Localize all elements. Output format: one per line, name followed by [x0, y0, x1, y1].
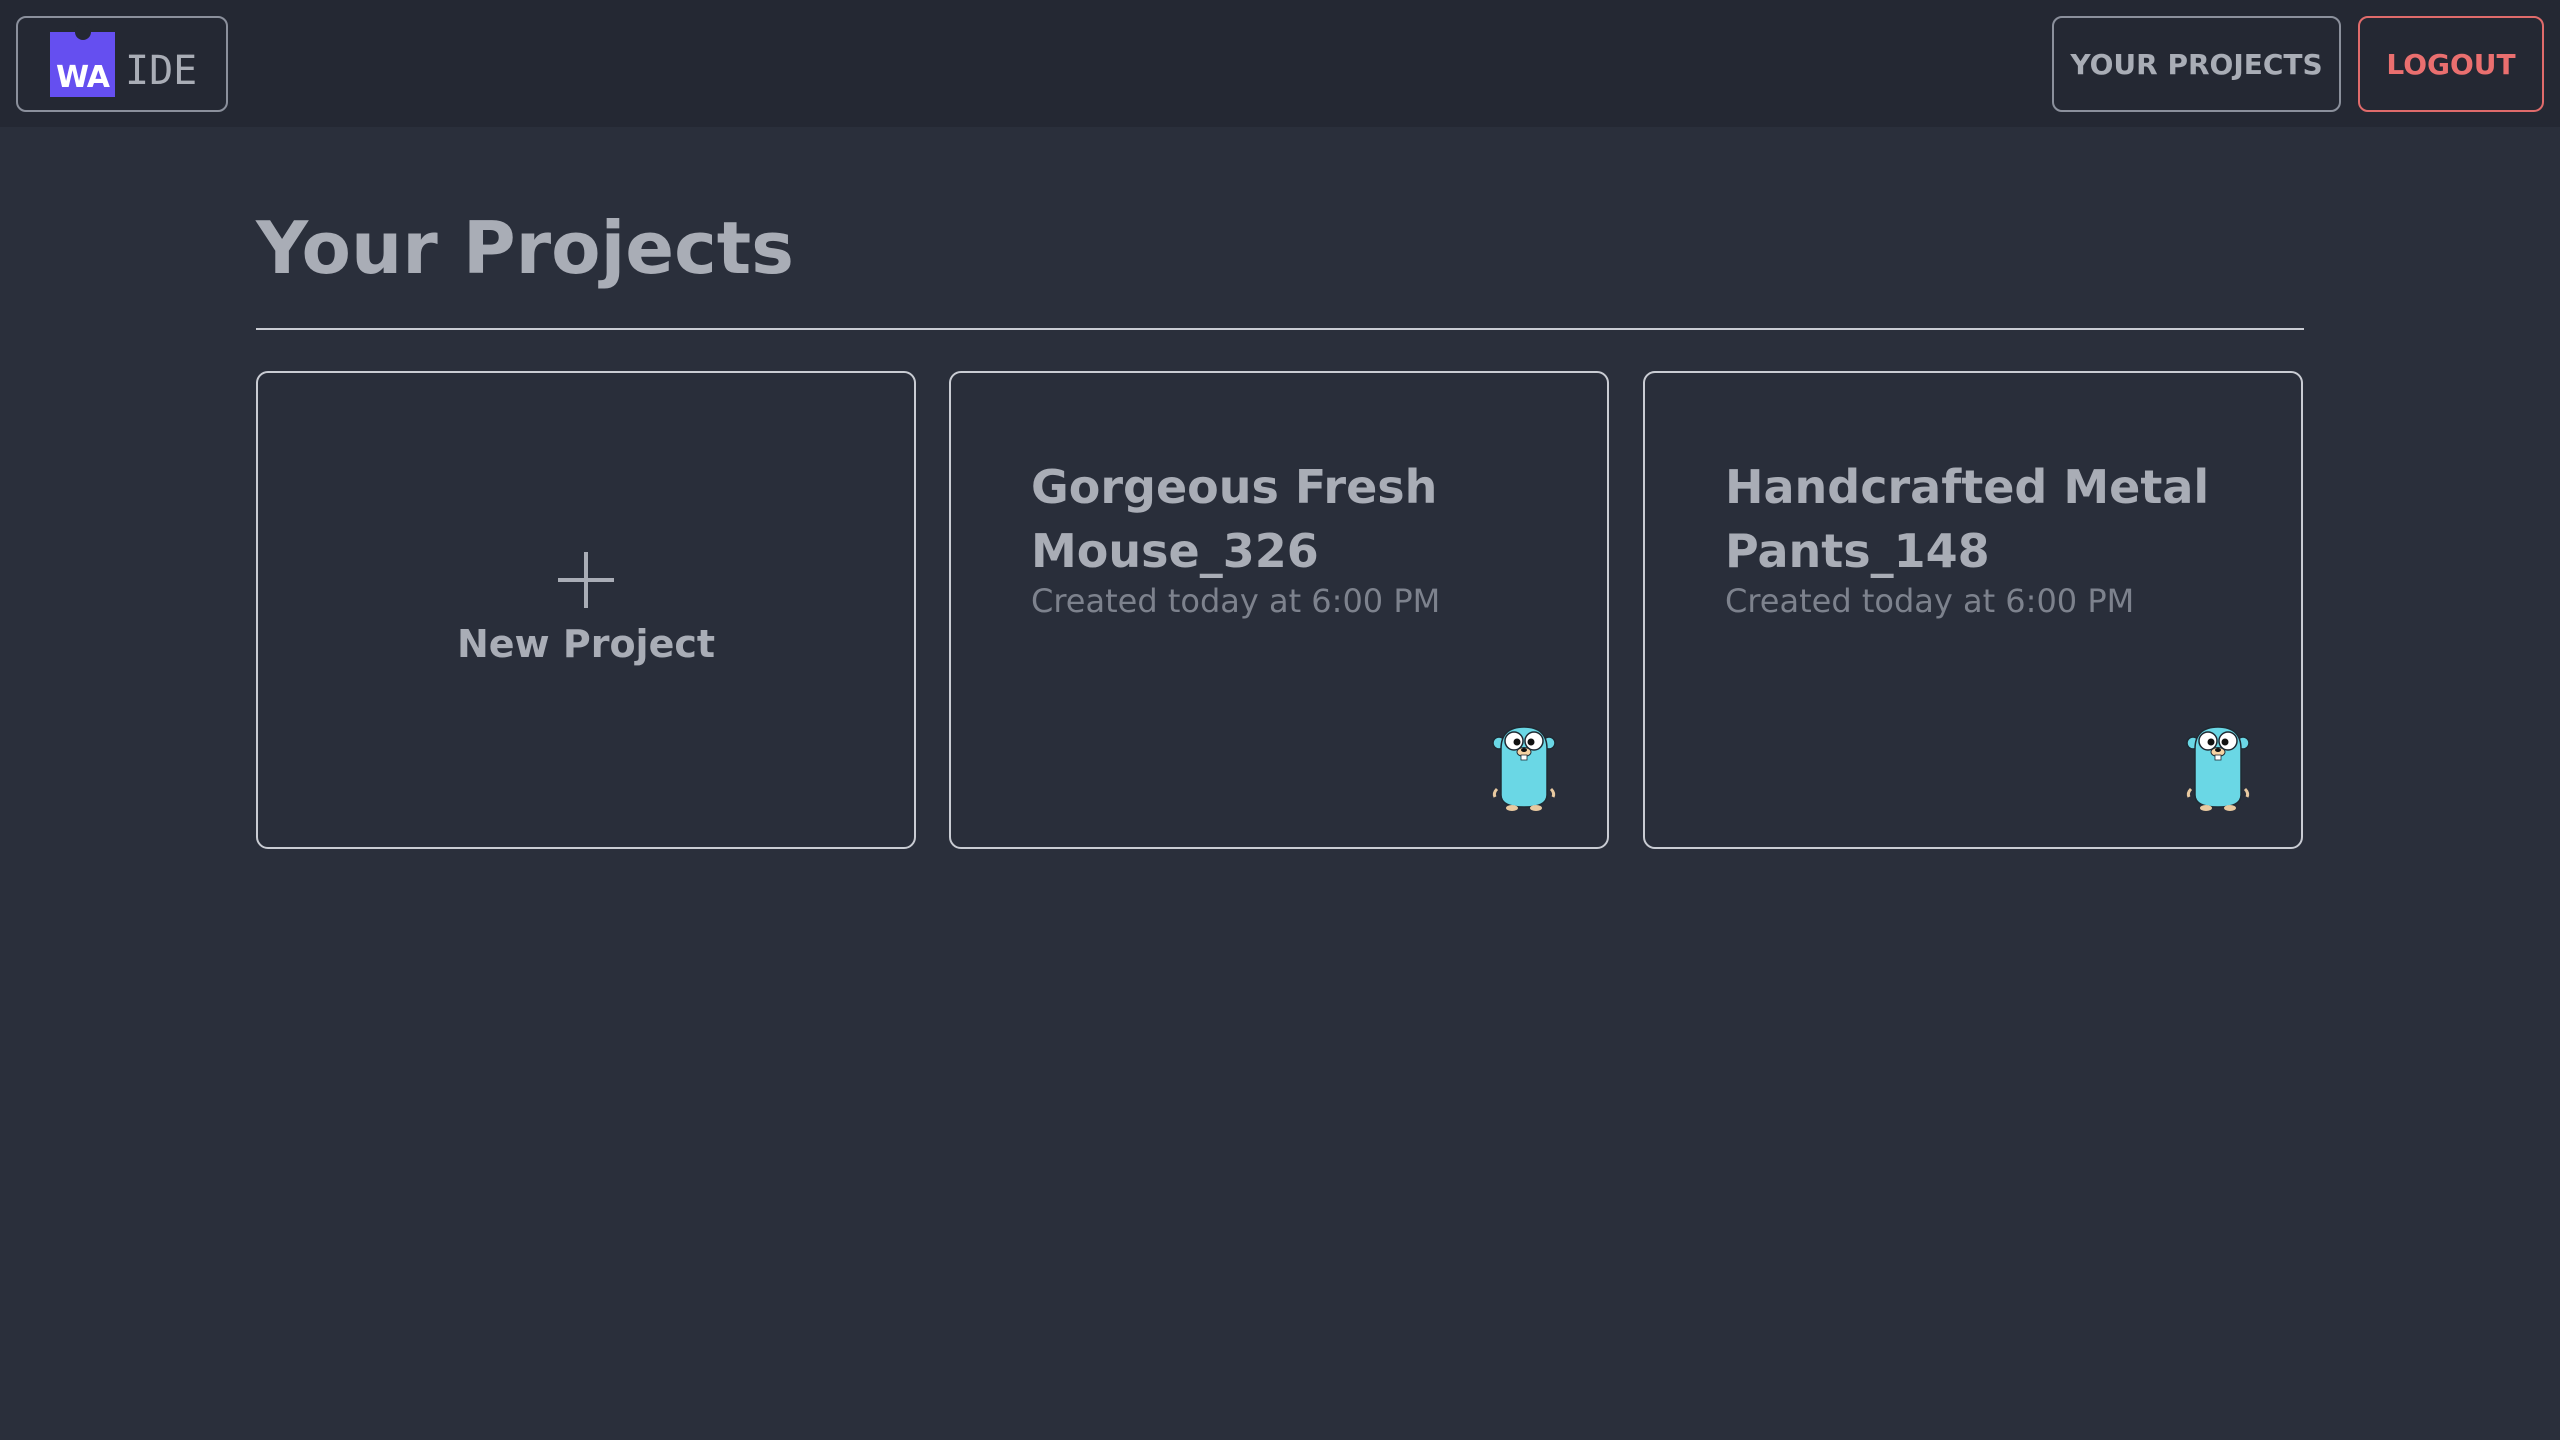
logo-mark-text: WA: [56, 59, 110, 95]
your-projects-button[interactable]: YOUR PROJECTS: [2052, 16, 2341, 112]
gopher-icon: [1492, 726, 1556, 811]
new-project-content: New Project: [258, 373, 914, 847]
page-title: Your Projects: [256, 206, 795, 290]
project-card[interactable]: Handcrafted Metal Pants_148 Created toda…: [1643, 371, 2303, 849]
new-project-card[interactable]: New Project: [256, 371, 916, 849]
project-card[interactable]: Gorgeous Fresh Mouse_326 Created today a…: [949, 371, 1609, 849]
title-divider: [256, 328, 2304, 330]
new-project-label: New Project: [456, 622, 716, 667]
plus-icon: [558, 552, 614, 609]
gopher-icon: [2186, 726, 2250, 811]
logout-button[interactable]: LOGOUT: [2358, 16, 2544, 112]
project-name: Gorgeous Fresh Mouse_326: [1031, 460, 1438, 578]
app-logo[interactable]: WA IDE: [16, 16, 228, 112]
top-navigation-bar: WA IDE YOUR PROJECTS LOGOUT: [0, 0, 2560, 127]
project-created-date: Created today at 6:00 PM: [1725, 582, 2135, 620]
webassembly-logo-icon: WA: [50, 23, 115, 97]
project-name: Handcrafted Metal Pants_148: [1725, 460, 2210, 578]
logo-text: IDE: [125, 48, 198, 94]
project-created-date: Created today at 6:00 PM: [1031, 582, 1441, 620]
